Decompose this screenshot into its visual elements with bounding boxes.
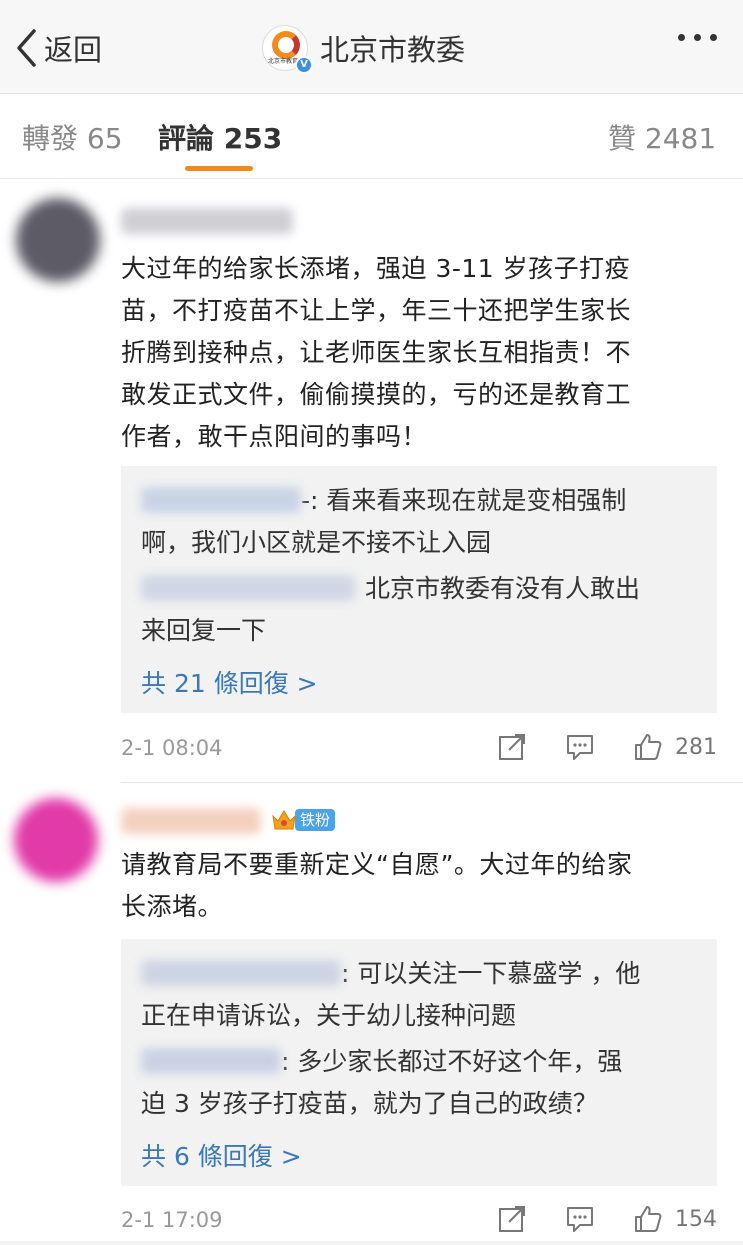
like-button[interactable]: 154 bbox=[633, 1204, 717, 1234]
reply-item[interactable]: : 多少家长都过不好这个年，强 迫 3 岁孩子打疫苗，就为了自己的政绩？ bbox=[141, 1041, 701, 1125]
crown-icon bbox=[272, 810, 296, 830]
comment-item: 铁粉 请教育局不要重新定义“自愿”。大过年的给家 长添堵。 : 可以关注一下慕盛… bbox=[0, 784, 743, 1240]
username-blurred[interactable] bbox=[121, 208, 293, 234]
fan-badge-label: 铁粉 bbox=[295, 809, 336, 831]
like-count: 281 bbox=[675, 734, 717, 760]
comment-line: 苗，不打疫苗不让上学，年三十还把学生家长 bbox=[121, 296, 632, 325]
logo-ring-icon bbox=[272, 31, 300, 59]
comment-line: 请教育局不要重新定义“自愿”。大过年的给家 bbox=[121, 850, 633, 879]
verified-badge-icon: V bbox=[295, 56, 313, 74]
share-button[interactable] bbox=[497, 732, 527, 762]
dot-icon bbox=[678, 34, 685, 41]
comment-line: 长添堵。 bbox=[121, 892, 224, 921]
comment-divider bbox=[121, 782, 743, 783]
reply-item[interactable]: -: 看来看来现在就是变相强制 啊，我们小区就是不接不让入园 bbox=[141, 480, 701, 564]
reply-box[interactable]: : 可以关注一下慕盛学 ，他 正在申请诉讼，关于幼儿接种问题 : 多少家长都过不… bbox=[121, 939, 717, 1186]
reply-box[interactable]: -: 看来看来现在就是变相强制 啊，我们小区就是不接不让入园 北京市教委有没有人… bbox=[121, 466, 717, 713]
reply-username-blurred[interactable] bbox=[141, 487, 301, 513]
username-blurred[interactable] bbox=[121, 808, 261, 834]
reply-text: 来回复一下 bbox=[141, 616, 267, 645]
tab-count: 65 bbox=[86, 122, 123, 155]
back-label: 返回 bbox=[44, 33, 103, 67]
tab-count: 2481 bbox=[644, 122, 717, 155]
like-button[interactable]: 281 bbox=[633, 732, 717, 762]
view-more-replies-link[interactable]: 共 21 條回復 > bbox=[141, 664, 318, 700]
like-count: 154 bbox=[675, 1206, 717, 1232]
comment-icon bbox=[567, 735, 593, 760]
reply-text: 北京市教委有没有人敢出 bbox=[365, 574, 641, 603]
comment-icon bbox=[567, 1207, 593, 1232]
comment-line: 大过年的给家长添堵，强迫 3-11 岁孩子打疫 bbox=[121, 254, 631, 283]
reply-item[interactable]: : 可以关注一下慕盛学 ，他 正在申请诉讼，关于幼儿接种问题 bbox=[141, 953, 701, 1037]
tab-label: 贊 bbox=[608, 122, 637, 155]
bottom-divider bbox=[0, 1241, 743, 1245]
tab-label: 轉發 bbox=[22, 122, 79, 155]
dot-icon bbox=[694, 34, 701, 41]
view-more-replies-link[interactable]: 共 6 條回復 > bbox=[141, 1137, 302, 1173]
fan-badge: 铁粉 bbox=[271, 808, 336, 832]
reply-text: 啊，我们小区就是不接不让入园 bbox=[141, 528, 492, 557]
account-header[interactable]: 北京市教育委 V 北京市教委 bbox=[262, 22, 465, 74]
comment-text: 大过年的给家长添堵，强迫 3-11 岁孩子打疫 苗，不打疫苗不让上学，年三十还把… bbox=[121, 248, 706, 458]
back-button[interactable]: 返回 bbox=[14, 24, 102, 72]
thumbs-up-icon bbox=[635, 734, 662, 760]
reply-username-blurred[interactable] bbox=[141, 960, 341, 986]
top-navigation-bar: 返回 北京市教育委 V 北京市教委 bbox=[0, 0, 743, 94]
active-tab-indicator bbox=[185, 166, 253, 171]
reply-text: 正在申请诉讼，关于幼儿接种问题 bbox=[141, 1001, 517, 1030]
share-icon bbox=[499, 1206, 525, 1232]
comment-text: 请教育局不要重新定义“自愿”。大过年的给家 长添堵。 bbox=[121, 844, 706, 928]
account-logo: 北京市教育委 V bbox=[262, 25, 313, 74]
avatar[interactable] bbox=[14, 798, 98, 882]
reply-button[interactable] bbox=[565, 1204, 595, 1234]
reply-item[interactable]: 北京市教委有没有人敢出 来回复一下 bbox=[141, 568, 701, 652]
tab-likes[interactable]: 贊 2481 bbox=[608, 117, 716, 157]
reply-text: 迫 3 岁孩子打疫苗，就为了自己的政绩？ bbox=[141, 1089, 598, 1118]
share-icon bbox=[499, 734, 525, 760]
thumbs-up-icon bbox=[635, 1206, 662, 1232]
reply-button[interactable] bbox=[565, 732, 595, 762]
share-button[interactable] bbox=[497, 1204, 527, 1234]
tab-bar: 轉發 65 評論 253 贊 2481 bbox=[0, 95, 743, 179]
comment-item: 大过年的给家长添堵，强迫 3-11 岁孩子打疫 苗，不打疫苗不让上学，年三十还把… bbox=[0, 180, 743, 780]
page-title: 北京市教委 bbox=[320, 33, 466, 67]
reply-text: : 多少家长都过不好这个年，强 bbox=[281, 1047, 623, 1076]
tab-reposts[interactable]: 轉發 65 bbox=[22, 117, 123, 157]
tab-label: 評論 bbox=[158, 122, 215, 155]
tab-count: 253 bbox=[223, 122, 283, 155]
comment-line: 折腾到接种点，让老师医生家长互相指责！不 bbox=[121, 338, 632, 367]
comment-meta: 2-1 17:09 154 bbox=[121, 1204, 717, 1240]
more-options-button[interactable] bbox=[678, 34, 717, 41]
avatar[interactable] bbox=[16, 198, 100, 282]
chevron-left-icon bbox=[17, 29, 36, 67]
reply-username-blurred[interactable] bbox=[141, 1048, 281, 1074]
comment-timestamp: 2-1 17:09 bbox=[121, 1208, 223, 1232]
reply-text: : 可以关注一下慕盛学 ，他 bbox=[341, 959, 641, 988]
comment-meta: 2-1 08:04 281 bbox=[121, 732, 717, 768]
reply-text: -: 看来看来现在就是变相强制 bbox=[301, 486, 627, 515]
tab-comments[interactable]: 評論 253 bbox=[158, 117, 282, 157]
dot-icon bbox=[710, 34, 717, 41]
comment-timestamp: 2-1 08:04 bbox=[121, 736, 223, 760]
comment-line: 作者，敢干点阳间的事吗！ bbox=[121, 422, 428, 451]
comment-line: 敢发正式文件，偷偷摸摸的，亏的还是教育工 bbox=[121, 380, 632, 409]
reply-username-blurred[interactable] bbox=[141, 575, 355, 601]
